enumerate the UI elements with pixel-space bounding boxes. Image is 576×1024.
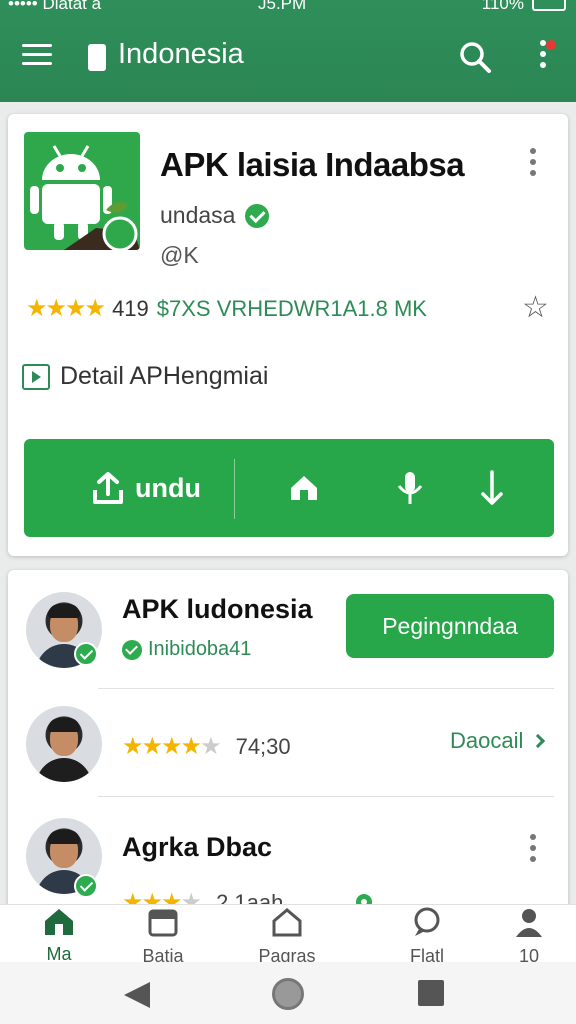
featured-app-card: APK laisia Indaabsa undasa @K ★★★★ 419 $…	[8, 114, 568, 556]
person-icon	[516, 909, 542, 937]
verified-badge-icon	[74, 874, 98, 898]
house-icon	[291, 476, 317, 500]
avatar[interactable]	[26, 706, 102, 782]
list-item-rating: ★★★★★ 74;30	[122, 732, 291, 761]
search-icon	[460, 42, 491, 73]
detail-link[interactable]: Detail APHengmiai	[22, 362, 268, 391]
nav-item-batia[interactable]: Batia	[118, 907, 208, 967]
detail-link[interactable]: Daocail	[450, 728, 546, 754]
search-button[interactable]	[458, 40, 492, 74]
home-action-button[interactable]	[274, 439, 334, 537]
app-size: @K	[160, 242, 199, 268]
divider	[98, 796, 554, 797]
upload-icon	[93, 472, 123, 504]
verified-icon	[245, 203, 270, 228]
chat-icon	[414, 907, 440, 936]
app-header: ••••• Diatat a J5.PM 110% Indonesia	[0, 0, 576, 102]
rating-meta: $7XS VRHEDWR1A1.8 MK	[156, 295, 427, 321]
app-title: APK laisia Indaabsa	[160, 146, 465, 183]
action-bar: undu	[24, 439, 554, 537]
detail-link-label: Daocail	[450, 728, 524, 753]
list-item-subtitle: Inibidoba41	[122, 638, 251, 661]
mic-action-button[interactable]	[380, 439, 440, 537]
rating-value: 74;30	[235, 733, 291, 759]
carrier-text: ••••• Diatat a	[8, 0, 102, 13]
check-circle-icon	[122, 639, 142, 660]
app-list-card: APK ludonesia Inibidoba41 Pegingnndaa ★★…	[8, 570, 568, 930]
star-rating-icon: ★★★★	[26, 295, 106, 322]
clock: J5.PM	[258, 0, 307, 13]
download-button[interactable]: undu	[76, 439, 216, 537]
back-icon[interactable]	[124, 982, 150, 1008]
nav-item-home[interactable]: Ma	[14, 907, 104, 965]
status-bar: ••••• Diatat a J5.PM 110%	[0, 0, 576, 18]
house-icon	[272, 908, 302, 937]
page-title: Indonesia	[118, 38, 244, 70]
nav-item-pagras[interactable]: Pagras	[242, 907, 332, 967]
microphone-icon	[397, 472, 423, 504]
card-more-button[interactable]	[530, 148, 540, 181]
list-item-title[interactable]: APK ludonesia	[122, 594, 313, 625]
battery-percent: 110%	[481, 0, 524, 13]
download-arrow-button[interactable]	[462, 439, 522, 537]
play-box-icon	[22, 363, 50, 390]
verified-badge-icon	[74, 642, 98, 666]
recents-icon[interactable]	[418, 980, 444, 1006]
home-circle-icon[interactable]	[272, 978, 304, 1010]
developer-row[interactable]: undasa	[160, 202, 270, 229]
list-item-title[interactable]: Agrka Dbac	[122, 832, 272, 863]
install-button-label: Pegingnndaa	[382, 612, 518, 639]
arrow-down-icon	[481, 470, 503, 505]
battery-icon	[532, 0, 566, 11]
divider	[98, 688, 554, 689]
nav-item-flatl[interactable]: Flatl	[382, 907, 472, 967]
calendar-icon	[148, 909, 178, 937]
system-navigation-bar	[0, 962, 576, 1024]
home-icon	[45, 909, 73, 935]
menu-button[interactable]	[22, 44, 52, 68]
detail-label: Detail APHengmiai	[60, 362, 269, 390]
install-button[interactable]: Pegingnndaa	[346, 594, 554, 658]
bottom-navigation: Ma Batia Pagras Flatl 10	[0, 904, 576, 966]
developer-name: undasa	[160, 202, 236, 228]
chevron-right-icon	[531, 733, 546, 749]
favorite-star-icon[interactable]: ☆	[522, 290, 549, 325]
nav-item-profile[interactable]: 10	[484, 907, 574, 967]
notification-dot	[546, 40, 556, 50]
star-rating-icon: ★★★★★	[122, 733, 222, 760]
subtitle-text: Inibidoba41	[148, 638, 252, 660]
android-icon	[30, 145, 140, 250]
rating-row: ★★★★ 419 $7XS VRHEDWR1A1.8 MK	[26, 294, 427, 323]
app-icon[interactable]	[24, 132, 140, 250]
phone-icon	[88, 44, 106, 71]
list-item-more-button[interactable]	[530, 834, 540, 867]
rating-value: 419	[112, 295, 149, 321]
download-label: undu	[135, 472, 201, 503]
